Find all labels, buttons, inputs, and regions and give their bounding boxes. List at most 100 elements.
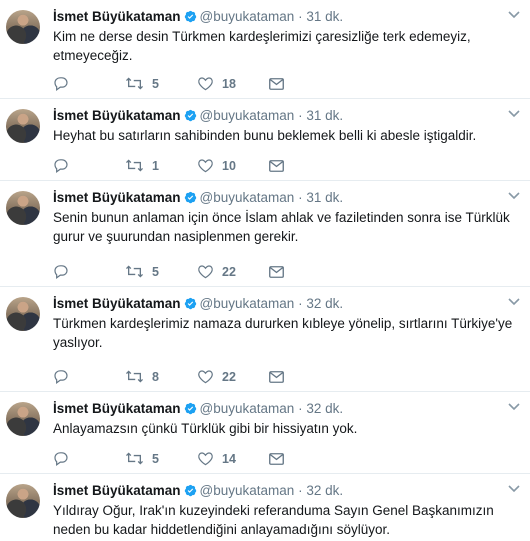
direct-message-button[interactable] (269, 265, 292, 278)
like-button[interactable]: 22 (197, 264, 269, 279)
chevron-down-icon[interactable] (508, 484, 520, 494)
tweet[interactable]: İsmet Büyükataman @buyukataman · 32 dk. Y… (0, 474, 530, 541)
envelope-icon (269, 77, 284, 90)
reply-button[interactable] (53, 76, 125, 91)
heart-icon (198, 265, 213, 279)
tweet-header: İsmet Büyükataman @buyukataman · 32 dk. (53, 400, 518, 417)
avatar[interactable] (6, 484, 40, 518)
like-button[interactable]: 18 (197, 76, 269, 91)
tweet-time[interactable]: 32 dk. (306, 401, 343, 416)
retweet-count: 5 (152, 451, 159, 466)
author-name[interactable]: İsmet Büyükataman (53, 483, 181, 498)
heart-icon (198, 370, 213, 384)
retweet-count: 8 (152, 369, 159, 384)
like-count: 22 (222, 264, 236, 279)
tweet-header: İsmet Büyükataman @buyukataman · 31 dk. (53, 8, 518, 25)
reply-button[interactable] (53, 451, 125, 466)
like-count: 10 (222, 158, 236, 173)
direct-message-button[interactable] (269, 159, 292, 172)
retweet-button[interactable]: 8 (125, 369, 197, 384)
like-button[interactable]: 10 (197, 158, 269, 173)
tweet-time[interactable]: 32 dk. (306, 296, 343, 311)
envelope-icon (269, 370, 284, 383)
tweet[interactable]: İsmet Büyükataman @buyukataman · 32 dk. A… (0, 392, 530, 474)
tweet-header: İsmet Büyükataman @buyukataman · 31 dk. (53, 189, 518, 206)
tweet[interactable]: İsmet Büyükataman @buyukataman · 31 dk. H… (0, 99, 530, 181)
tweet-time[interactable]: 32 dk. (306, 483, 343, 498)
tweet-time[interactable]: 31 dk. (306, 108, 343, 123)
retweet-button[interactable]: 5 (125, 451, 197, 466)
tweet-text: Senin bunun anlaman için önce İslam ahla… (53, 210, 510, 244)
tweet[interactable]: İsmet Büyükataman @buyukataman · 31 dk. S… (0, 181, 530, 287)
tweet[interactable]: İsmet Büyükataman @buyukataman · 31 dk. K… (0, 0, 530, 99)
chevron-down-icon[interactable] (508, 191, 520, 201)
reply-button[interactable] (53, 369, 125, 384)
chevron-down-icon[interactable] (508, 297, 520, 307)
reply-icon (54, 452, 68, 466)
envelope-icon (269, 265, 284, 278)
heart-icon (198, 77, 213, 91)
retweet-button[interactable]: 5 (125, 264, 197, 279)
tweet-header: İsmet Büyükataman @buyukataman · 32 dk. (53, 295, 518, 312)
avatar[interactable] (6, 402, 40, 436)
retweet-button[interactable]: 1 (125, 158, 197, 173)
tweet-text: Anlayamazsın çünkü Türklük gibi bir hiss… (53, 421, 358, 436)
author-name[interactable]: İsmet Büyükataman (53, 401, 181, 416)
tweet-time[interactable]: 31 dk. (306, 9, 343, 24)
reply-button[interactable] (53, 264, 125, 279)
separator-dot: · (298, 190, 303, 205)
author-handle[interactable]: @buyukataman (200, 190, 295, 205)
retweet-count: 5 (152, 264, 159, 279)
heart-icon (198, 159, 213, 173)
verified-badge-icon (184, 10, 197, 23)
direct-message-button[interactable] (269, 77, 292, 90)
direct-message-button[interactable] (269, 370, 292, 383)
avatar[interactable] (6, 297, 40, 331)
tweet-actions: 5 18 (53, 76, 292, 91)
tweet-text: Kim ne derse desin Türkmen kardeşlerimiz… (53, 29, 471, 63)
author-handle[interactable]: @buyukataman (200, 483, 295, 498)
retweet-count: 5 (152, 76, 159, 91)
author-name[interactable]: İsmet Büyükataman (53, 296, 181, 311)
avatar[interactable] (6, 109, 40, 143)
reply-icon (54, 370, 68, 384)
author-name[interactable]: İsmet Büyükataman (53, 108, 181, 123)
retweet-count: 1 (152, 158, 159, 173)
author-name[interactable]: İsmet Büyükataman (53, 190, 181, 205)
reply-icon (54, 159, 68, 173)
tweet[interactable]: İsmet Büyükataman @buyukataman · 32 dk. T… (0, 287, 530, 392)
verified-badge-icon (184, 297, 197, 310)
retweet-icon (125, 370, 144, 383)
author-name[interactable]: İsmet Büyükataman (53, 9, 181, 24)
avatar[interactable] (6, 10, 40, 44)
separator-dot: · (298, 296, 303, 311)
tweet-time[interactable]: 31 dk. (306, 190, 343, 205)
retweet-icon (125, 159, 144, 172)
like-button[interactable]: 14 (197, 451, 269, 466)
verified-badge-icon (184, 484, 197, 497)
like-count: 18 (222, 76, 236, 91)
retweet-button[interactable]: 5 (125, 76, 197, 91)
author-handle[interactable]: @buyukataman (200, 9, 295, 24)
tweet-text: Heyhat bu satırların sahibinden bunu bek… (53, 128, 477, 143)
verified-badge-icon (184, 109, 197, 122)
like-button[interactable]: 22 (197, 369, 269, 384)
chevron-down-icon[interactable] (508, 402, 520, 412)
chevron-down-icon[interactable] (508, 109, 520, 119)
direct-message-button[interactable] (269, 452, 292, 465)
author-handle[interactable]: @buyukataman (200, 401, 295, 416)
retweet-icon (125, 265, 144, 278)
author-handle[interactable]: @buyukataman (200, 296, 295, 311)
tweet-feed: İsmet Büyükataman @buyukataman · 31 dk. K… (0, 0, 530, 541)
tweet-text: Türkmen kardeşlerimiz namaza dururken kı… (53, 316, 513, 350)
like-count: 14 (222, 451, 236, 466)
author-handle[interactable]: @buyukataman (200, 108, 295, 123)
chevron-down-icon[interactable] (508, 10, 520, 20)
reply-button[interactable] (53, 158, 125, 173)
tweet-actions: 1 10 (53, 158, 292, 173)
retweet-icon (125, 77, 144, 90)
tweet-actions: 5 14 (53, 451, 292, 466)
tweet-actions: 8 22 (53, 369, 292, 384)
avatar[interactable] (6, 191, 40, 225)
verified-badge-icon (184, 191, 197, 204)
